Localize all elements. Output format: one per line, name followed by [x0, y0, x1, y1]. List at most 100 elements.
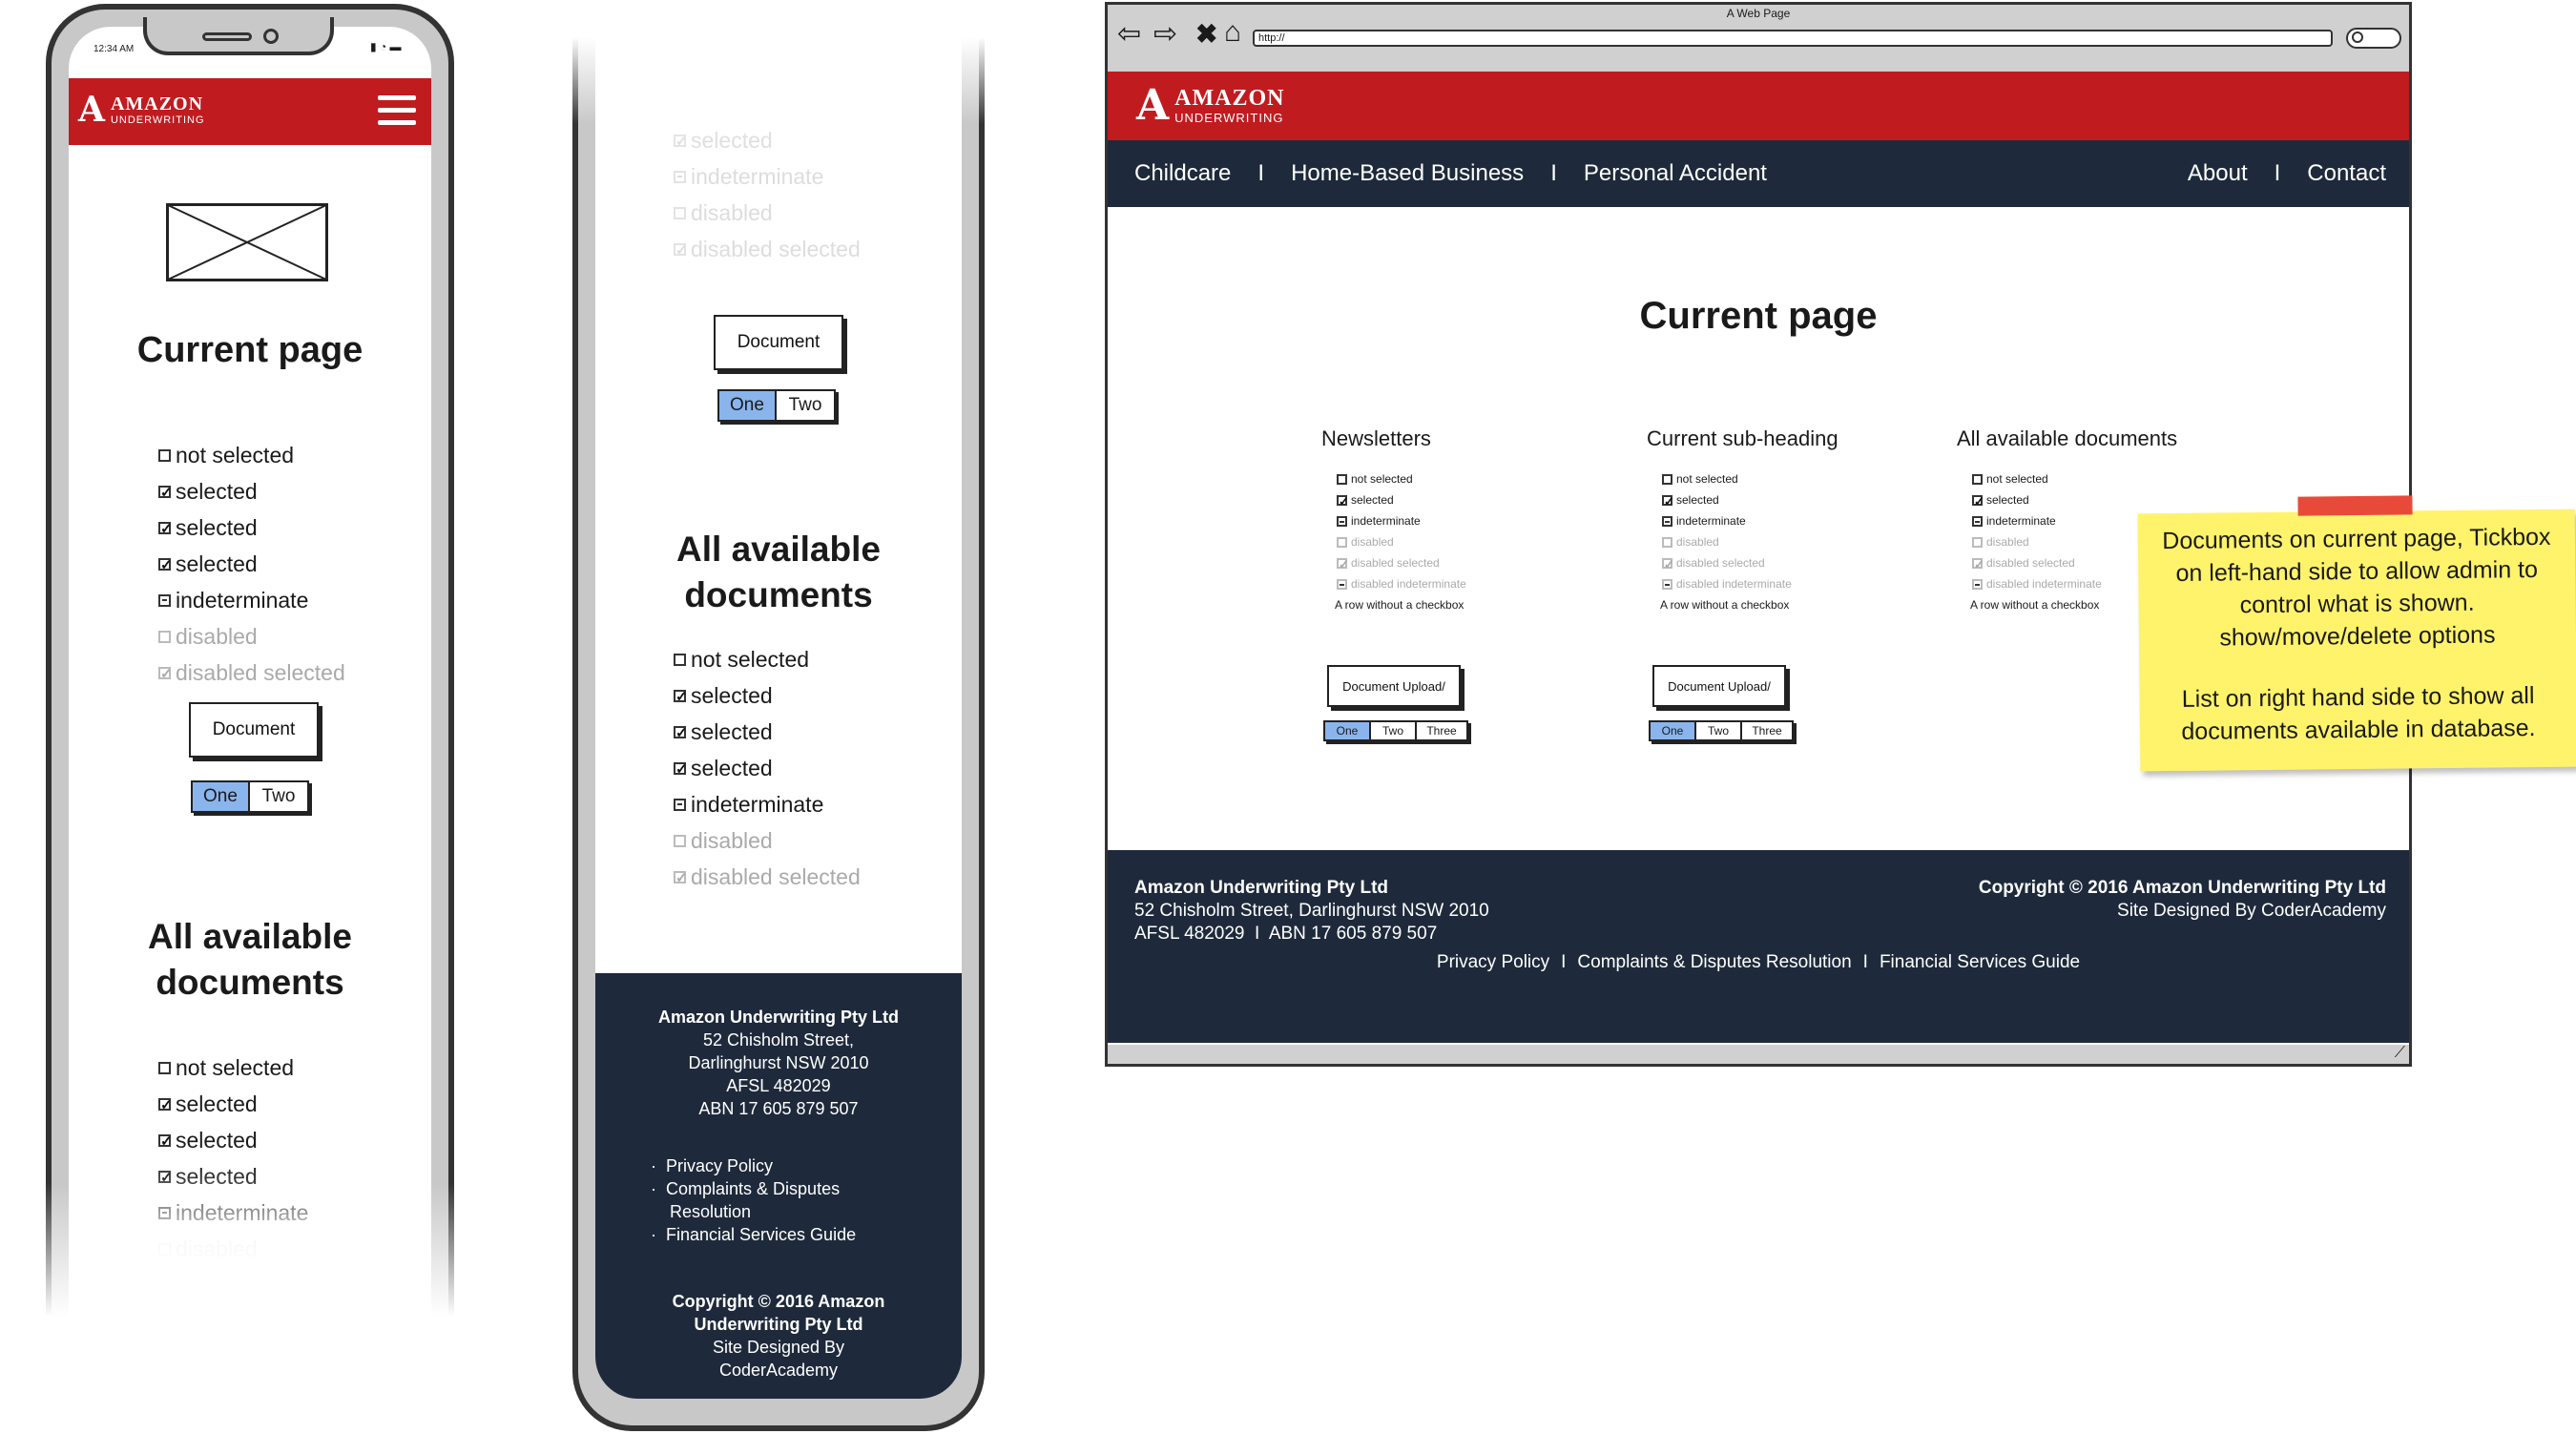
checkbox-row[interactable]: disabled selected [674, 231, 861, 267]
checkbox-row[interactable]: disabled selected [674, 859, 861, 895]
url-bar[interactable]: http:// [1253, 30, 2333, 47]
checkbox-row[interactable]: selected [158, 1086, 345, 1122]
checkbox-row[interactable]: not selected [1662, 468, 1933, 489]
nav-about[interactable]: About [2188, 160, 2248, 187]
segmented-control[interactable]: One Two Three [1323, 720, 1468, 741]
checkbox-row[interactable]: selected [158, 473, 345, 509]
checkbox-row[interactable]: disabled [674, 822, 861, 859]
segment-three[interactable]: Three [1417, 722, 1466, 739]
nav-contact[interactable]: Contact [2307, 160, 2386, 187]
nav-personal-accident[interactable]: Personal Accident [1584, 160, 1767, 187]
checkbox-icon[interactable] [1337, 557, 1349, 572]
checkbox-icon[interactable] [674, 170, 686, 183]
checkbox-row[interactable]: selected [158, 546, 345, 582]
footer-link-complaints-cont[interactable]: Resolution [651, 1200, 962, 1223]
checkbox-row[interactable]: disabled [674, 195, 861, 231]
checkbox-icon[interactable] [1972, 557, 1984, 572]
checkbox-row[interactable]: not selected [158, 437, 345, 473]
checkbox-row[interactable]: selected [674, 677, 861, 714]
checkbox-row[interactable]: disabled [1337, 531, 1608, 552]
checkbox-icon[interactable] [674, 760, 688, 778]
checkbox-row[interactable]: indeterminate [1662, 510, 1933, 531]
checkbox-row[interactable]: not selected [1337, 468, 1608, 489]
toggle-two[interactable]: Two [250, 782, 307, 811]
checkbox-row[interactable]: selected [1662, 489, 1933, 510]
segment-two[interactable]: Two [1696, 722, 1742, 739]
footer-link-privacy[interactable]: Privacy Policy [1437, 951, 1549, 974]
checkbox-icon[interactable] [674, 241, 688, 259]
checkbox-row[interactable]: selected [158, 509, 345, 546]
checkbox-icon[interactable] [1662, 536, 1672, 548]
checkbox-icon[interactable] [1972, 536, 1983, 548]
document-button[interactable]: Document [714, 315, 843, 370]
checkbox-icon[interactable] [158, 1096, 173, 1113]
checkbox-icon[interactable] [1337, 578, 1347, 590]
toggle-one-two[interactable]: One Two [191, 780, 309, 813]
checkbox-icon[interactable] [158, 665, 173, 682]
checkbox-icon[interactable] [1337, 494, 1349, 509]
toggle-one-two[interactable]: One Two [717, 389, 836, 422]
stop-icon[interactable]: ✖ [1195, 20, 1217, 49]
checkbox-icon[interactable] [158, 1061, 171, 1074]
segment-one[interactable]: One [1325, 722, 1371, 739]
checkbox-row[interactable]: selected [1972, 489, 2243, 510]
checkbox-icon[interactable] [674, 206, 686, 219]
checkbox-icon[interactable] [1972, 515, 1983, 527]
home-icon[interactable]: ⌂ [1224, 18, 1241, 47]
checkbox-row[interactable]: disabled indeterminate [1337, 573, 1608, 594]
checkbox-row[interactable]: disabled selected [1662, 552, 1933, 573]
document-button[interactable]: Document [189, 702, 319, 758]
plain-row[interactable]: A row without a checkbox [1660, 594, 1933, 615]
forward-icon[interactable]: ⇨ [1153, 20, 1177, 49]
checkbox-icon[interactable] [158, 484, 173, 501]
nav-childcare[interactable]: Childcare [1134, 160, 1231, 187]
back-icon[interactable]: ⇦ [1117, 20, 1141, 49]
checkbox-row[interactable]: disabled selected [158, 655, 345, 691]
checkbox-row[interactable]: indeterminate [674, 158, 861, 195]
checkbox-icon[interactable] [1662, 557, 1674, 572]
checkbox-icon[interactable] [1662, 494, 1674, 509]
checkbox-row[interactable]: disabled indeterminate [1662, 573, 1933, 594]
plain-row[interactable]: A row without a checkbox [1335, 594, 1608, 615]
toggle-one[interactable]: One [193, 782, 250, 811]
checkbox-icon[interactable] [1662, 473, 1672, 485]
checkbox-icon[interactable] [1337, 536, 1347, 548]
checkbox-row[interactable]: disabled [1662, 531, 1933, 552]
hamburger-menu-icon[interactable] [378, 95, 416, 128]
segment-two[interactable]: Two [1371, 722, 1417, 739]
document-upload-button[interactable]: Document Upload/ [1652, 665, 1786, 707]
footer-link-complaints[interactable]: Complaints & Disputes Resolution [1577, 951, 1851, 974]
checkbox-icon[interactable] [158, 556, 173, 573]
checkbox-icon[interactable] [158, 448, 171, 462]
checkbox-icon[interactable] [674, 724, 688, 741]
nav-home-based-business[interactable]: Home-Based Business [1291, 160, 1524, 187]
checkbox-icon[interactable] [1972, 578, 1983, 590]
footer-link-fsg[interactable]: · Financial Services Guide [651, 1223, 962, 1246]
checkbox-icon[interactable] [1662, 515, 1672, 527]
checkbox-icon[interactable] [1972, 473, 1983, 485]
checkbox-row[interactable]: not selected [674, 641, 861, 677]
checkbox-icon[interactable] [674, 688, 688, 705]
segmented-control[interactable]: One Two Three [1649, 720, 1794, 741]
checkbox-icon[interactable] [158, 1133, 173, 1150]
checkbox-row[interactable]: disabled [158, 618, 345, 655]
checkbox-icon[interactable] [1337, 473, 1347, 485]
checkbox-row[interactable]: selected [1337, 489, 1608, 510]
checkbox-icon[interactable] [674, 834, 686, 847]
checkbox-icon[interactable] [674, 653, 686, 666]
resize-grip-icon[interactable]: ⟋ [2395, 1045, 2405, 1062]
checkbox-row[interactable]: selected [674, 714, 861, 750]
checkbox-icon[interactable] [674, 869, 688, 886]
footer-link-privacy[interactable]: · Privacy Policy [651, 1154, 962, 1177]
search-field[interactable] [2346, 28, 2401, 49]
document-upload-button[interactable]: Document Upload/ [1327, 665, 1461, 707]
checkbox-icon[interactable] [1662, 578, 1672, 590]
footer-link-fsg[interactable]: Financial Services Guide [1880, 951, 2080, 974]
checkbox-row[interactable]: selected [674, 750, 861, 786]
toggle-two[interactable]: Two [777, 391, 834, 420]
segment-one[interactable]: One [1651, 722, 1696, 739]
checkbox-icon[interactable] [158, 630, 171, 643]
checkbox-row[interactable]: not selected [158, 1050, 345, 1086]
checkbox-icon[interactable] [158, 593, 171, 607]
checkbox-row[interactable]: indeterminate [158, 582, 345, 618]
